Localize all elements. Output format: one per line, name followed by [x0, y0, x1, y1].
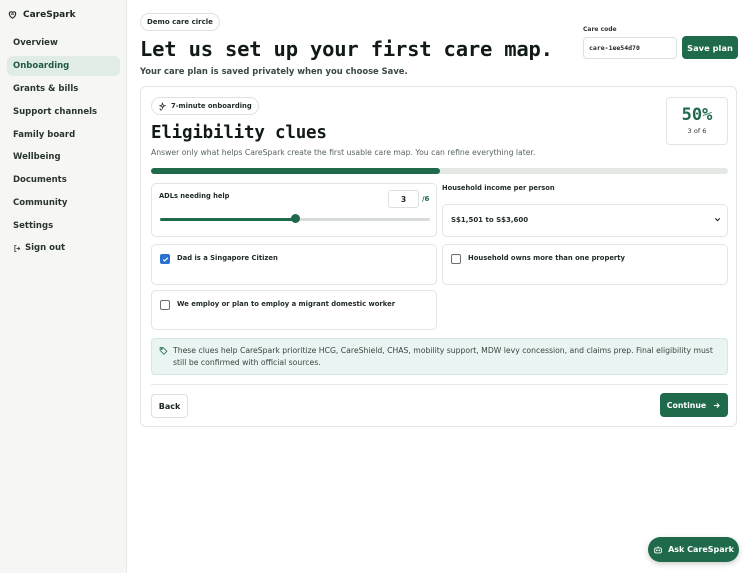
income-selected-value: S$1,501 to S$3,600 [451, 216, 529, 224]
save-plan-button[interactable]: Save plan [682, 36, 738, 59]
mdw-option[interactable]: We employ or plan to employ a migrant do… [151, 290, 437, 330]
mdw-label: We employ or plan to employ a migrant do… [177, 300, 396, 308]
sidebar-item-support-channels[interactable]: Support channels [7, 102, 120, 122]
sparkle-icon [158, 101, 167, 111]
citizen-checkbox[interactable] [160, 254, 170, 264]
sidebar-nav: Overview Onboarding Grants & bills Suppo… [7, 33, 120, 239]
tag-icon [159, 347, 168, 355]
section-title: Eligibility clues [151, 123, 327, 143]
progress-summary: 50% 3 of 6 [666, 97, 728, 145]
sidebar-item-wellbeing[interactable]: Wellbeing [7, 147, 120, 167]
property-checkbox[interactable] [451, 254, 461, 264]
property-label: Household owns more than one property [468, 254, 625, 262]
progress-percent: 50% [681, 105, 713, 125]
adl-max-label: /6 [422, 195, 430, 203]
progress-bar [151, 168, 728, 174]
care-code-field[interactable] [583, 37, 677, 59]
check-icon [162, 257, 169, 262]
progress-steps: 3 of 6 [687, 127, 707, 135]
page-title: Let us set up your first care map. [140, 37, 553, 61]
onboarding-card: 7-minute onboarding Eligibility clues An… [140, 86, 737, 427]
sidebar-item-documents[interactable]: Documents [7, 170, 120, 190]
brand-name: CareSpark [23, 9, 76, 20]
income-select[interactable]: S$1,501 to S$3,600 [442, 204, 728, 237]
citizen-option[interactable]: Dad is a Singapore Citizen [151, 244, 437, 285]
income-label: Household income per person [442, 184, 555, 192]
mdw-checkbox[interactable] [160, 300, 170, 310]
onboarding-duration-badge: 7-minute onboarding [151, 97, 259, 115]
back-button[interactable]: Back [151, 394, 188, 418]
care-code-label: Care code [583, 26, 617, 33]
ask-carespark-button[interactable]: Ask CareSpark [648, 537, 739, 562]
sidebar-item-community[interactable]: Community [7, 193, 120, 213]
sidebar-item-family-board[interactable]: Family board [7, 125, 120, 145]
chevron-down-icon [714, 217, 721, 222]
continue-label: Continue [666, 400, 707, 410]
onboarding-duration-label: 7-minute onboarding [171, 102, 252, 110]
info-note: These clues help CareSpark prioritize HC… [151, 338, 728, 375]
arrow-right-icon [714, 402, 721, 408]
sidebar-item-grants-bills[interactable]: Grants & bills [7, 79, 120, 99]
progress-bar-fill [151, 168, 440, 174]
footer-divider [151, 384, 728, 385]
adl-label: ADLs needing help [159, 192, 230, 200]
sidebar-item-overview[interactable]: Overview [7, 33, 120, 53]
adl-count-input[interactable] [388, 190, 419, 208]
sidebar: CareSpark Overview Onboarding Grants & b… [0, 0, 127, 573]
property-option[interactable]: Household owns more than one property [442, 244, 728, 285]
assistant-icon [654, 545, 662, 553]
adl-slider-fill [160, 218, 295, 221]
adl-field: ADLs needing help /6 [151, 183, 437, 237]
sign-out-label: Sign out [25, 243, 66, 253]
page-subtitle: Your care plan is saved privately when y… [140, 66, 408, 76]
brand[interactable]: CareSpark [7, 9, 76, 20]
adl-slider-handle[interactable] [290, 214, 300, 223]
care-circle-badge: Demo care circle [140, 13, 220, 31]
continue-button[interactable]: Continue [660, 393, 728, 417]
sign-out-icon [14, 244, 21, 252]
ask-carespark-label: Ask CareSpark [668, 545, 734, 554]
section-description: Answer only what helps CareSpark create … [151, 148, 536, 157]
sign-out-link[interactable]: Sign out [13, 243, 65, 253]
sidebar-item-onboarding[interactable]: Onboarding [7, 55, 120, 76]
citizen-label: Dad is a Singapore Citizen [177, 254, 278, 262]
info-note-text: These clues help CareSpark prioritize HC… [173, 346, 713, 367]
heart-logo-icon [8, 11, 17, 19]
sidebar-item-settings[interactable]: Settings [7, 216, 120, 236]
